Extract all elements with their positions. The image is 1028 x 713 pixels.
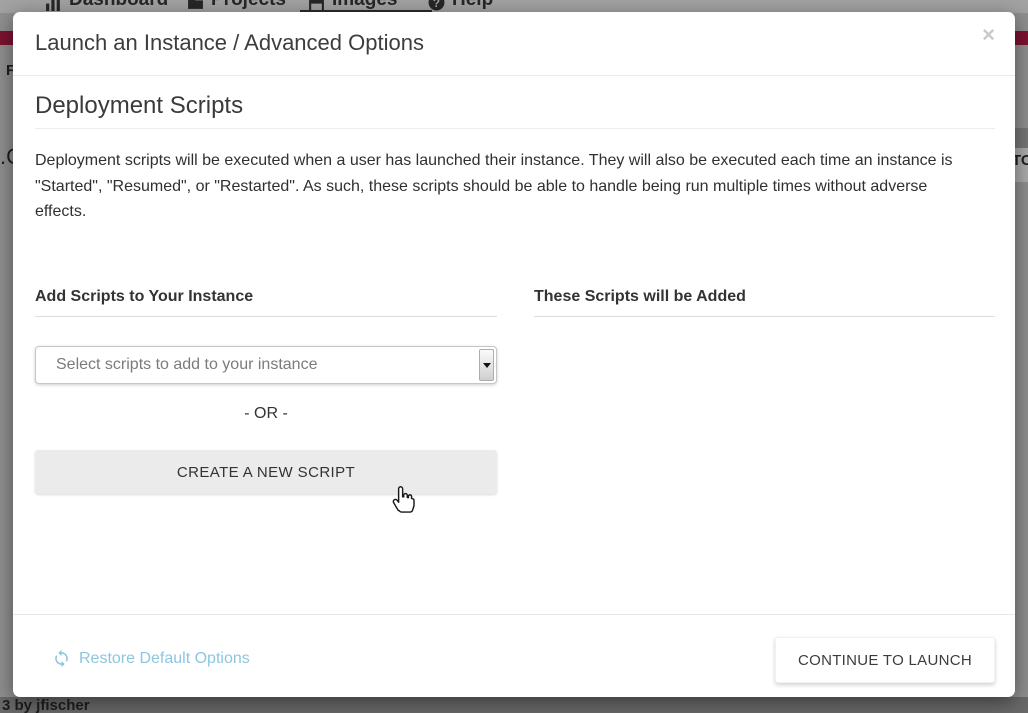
continue-to-launch-button[interactable]: CONTINUE TO LAUNCH xyxy=(775,637,995,683)
advanced-options-modal: Launch an Instance / Advanced Options × … xyxy=(13,12,1015,697)
background-band xyxy=(1015,128,1028,148)
column-heading: These Scripts will be Added xyxy=(534,288,995,317)
select-dropdown-button[interactable] xyxy=(479,349,494,381)
added-scripts-column: These Scripts will be Added xyxy=(534,288,995,317)
scripts-select-placeholder: Select scripts to add to your instance xyxy=(36,347,496,383)
section-heading: Deployment Scripts xyxy=(35,92,243,120)
chevron-down-icon xyxy=(483,363,491,368)
svg-text:?: ? xyxy=(433,0,440,10)
section-heading-divider xyxy=(35,128,995,129)
nav-tab-projects[interactable]: Projects xyxy=(187,0,286,11)
restore-default-options-link[interactable]: Restore Default Options xyxy=(52,649,250,668)
nav-tab-dashboard[interactable]: Dashboard xyxy=(45,0,168,11)
nav-tab-help[interactable]: ? Help xyxy=(428,0,493,11)
nav-tab-label: Help xyxy=(452,0,493,11)
background-text-fragment: 3 by jfischer xyxy=(2,697,90,713)
nav-tab-label: Dashboard xyxy=(69,0,168,11)
or-separator: - OR - xyxy=(35,405,497,423)
create-new-script-button[interactable]: CREATE A NEW SCRIPT xyxy=(35,450,497,494)
add-scripts-column: Add Scripts to Your Instance Select scri… xyxy=(35,288,497,494)
sync-icon xyxy=(52,649,71,668)
bar-chart-icon xyxy=(45,0,62,11)
folder-icon xyxy=(187,0,204,11)
section-description: Deployment scripts will be executed when… xyxy=(35,148,965,225)
background-bottom-strip xyxy=(0,697,1028,713)
footer-divider xyxy=(13,614,1015,615)
modal-title: Launch an Instance / Advanced Options xyxy=(35,30,424,56)
restore-link-label: Restore Default Options xyxy=(79,650,250,668)
header-divider xyxy=(13,75,1015,76)
close-icon[interactable]: × xyxy=(982,24,995,46)
screen: Dashboard Projects Images ? Help F. .C T… xyxy=(0,0,1028,713)
nav-tab-label: Projects xyxy=(211,0,286,11)
column-heading: Add Scripts to Your Instance xyxy=(35,288,497,317)
scripts-select[interactable]: Select scripts to add to your instance xyxy=(35,346,497,384)
